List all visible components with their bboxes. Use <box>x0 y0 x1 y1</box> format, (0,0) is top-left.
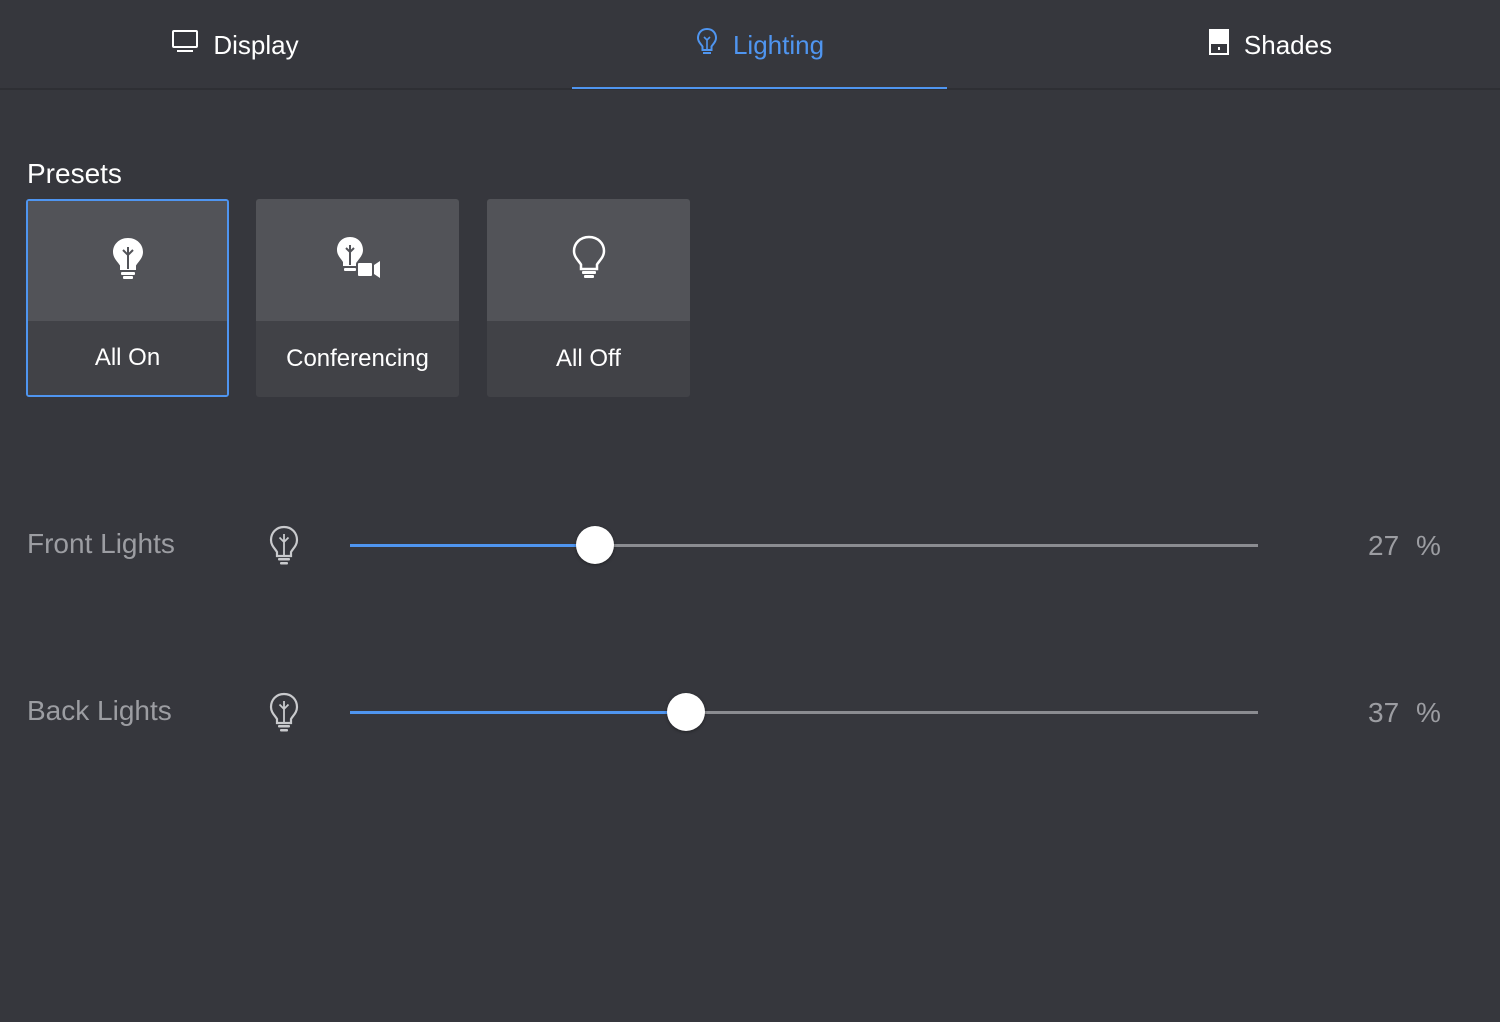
preset-conferencing[interactable]: Conferencing <box>256 199 459 397</box>
preset-all-off[interactable]: All Off <box>487 199 690 397</box>
front-lights-slider-track[interactable] <box>350 544 1258 547</box>
preset-label: All Off <box>487 321 690 397</box>
shade-icon <box>1208 28 1230 63</box>
back-lights-unit: % <box>1416 697 1441 728</box>
tab-display-label: Display <box>213 30 299 60</box>
front-lights-value: 27 <box>1368 530 1400 561</box>
back-lights-slider-thumb[interactable] <box>666 693 705 731</box>
front-lights-unit: % <box>1416 530 1441 561</box>
lightbulb-off-icon <box>569 234 609 287</box>
back-lights-slider-fill <box>350 711 686 714</box>
lightbulb-icon <box>266 524 302 573</box>
front-lights-slider-thumb[interactable] <box>576 526 615 564</box>
lightbulb-on-icon <box>108 235 148 288</box>
back-lights-slider-track[interactable] <box>350 711 1258 714</box>
back-lights-value: 37 <box>1368 697 1400 728</box>
front-lights-row: Front Lights 27 % <box>0 516 1500 576</box>
preset-all-on[interactable]: All On <box>26 199 229 397</box>
tab-display[interactable]: Display <box>0 0 470 90</box>
monitor-icon <box>171 29 199 62</box>
preset-label: Conferencing <box>256 321 459 397</box>
lightbulb-icon <box>266 691 302 740</box>
back-lights-row: Back Lights 37 % <box>0 683 1500 743</box>
presets-title: Presets <box>27 158 122 189</box>
tab-lighting[interactable]: Lighting <box>572 0 947 90</box>
tab-lighting-label: Lighting <box>732 30 825 60</box>
tab-shades[interactable]: Shades <box>1080 0 1460 90</box>
active-tab-indicator <box>572 87 947 89</box>
back-lights-label: Back Lights <box>27 695 172 726</box>
preset-label: All On <box>28 321 227 395</box>
front-lights-label: Front Lights <box>27 528 175 559</box>
lightbulb-camera-icon <box>333 234 383 287</box>
tab-bar: Display Lighting Shades <box>0 0 1500 90</box>
front-lights-slider-fill <box>350 544 596 547</box>
tab-shades-label: Shades <box>1243 30 1333 60</box>
lightbulb-icon <box>695 27 719 64</box>
